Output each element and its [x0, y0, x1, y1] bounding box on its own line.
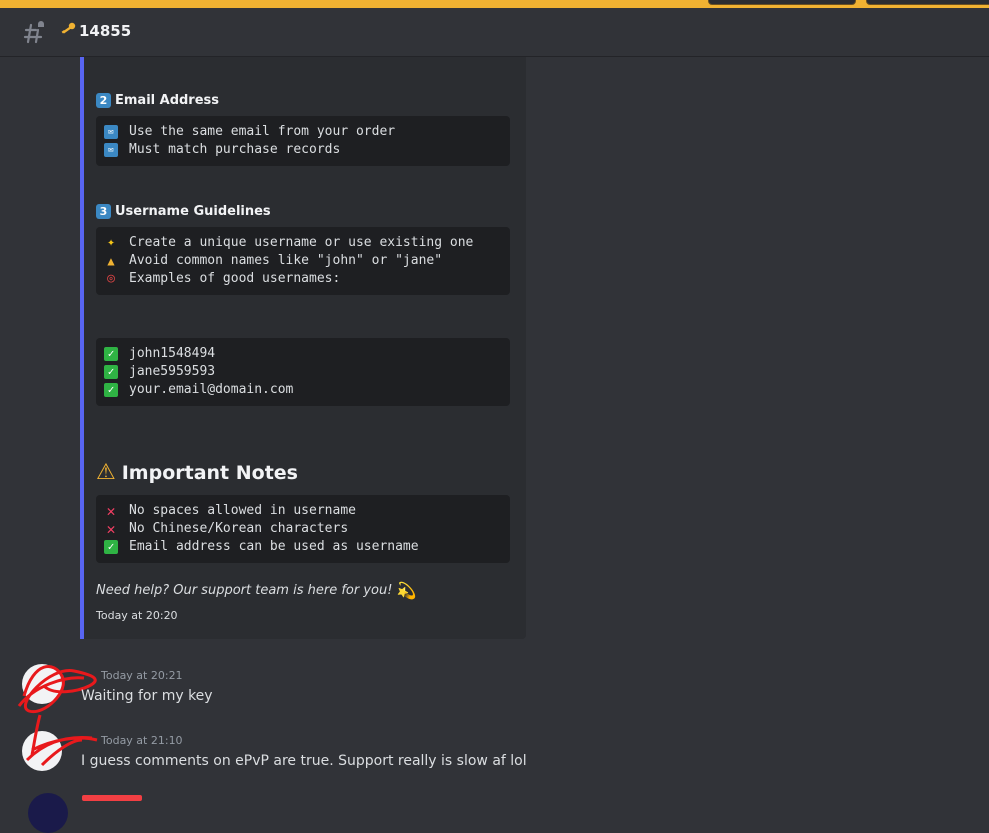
message-timestamp[interactable]: Today at 21:10 [101, 734, 183, 747]
key-icon [60, 22, 76, 40]
important-notes-title: ⚠ Important Notes [96, 460, 298, 485]
bot-embed: 2 Email Address ✉ Use the same email from… [80, 57, 526, 639]
check-icon: ✓ [104, 540, 118, 554]
warning-icon: ▲ [107, 254, 115, 268]
cross-icon: ✕ [106, 502, 116, 520]
field-title-text: Username Guidelines [115, 204, 271, 219]
top-strip-button[interactable] [708, 0, 856, 5]
field-title-username: 3 Username Guidelines [96, 204, 271, 219]
code-line: ✉ Must match purchase records [104, 141, 502, 159]
message-timestamp[interactable]: Today at 20:21 [101, 669, 183, 682]
code-line: ✓ Email address can be used as username [104, 538, 502, 556]
code-line: ✕ No spaces allowed in username [104, 502, 502, 520]
code-line: ✉ Use the same email from your order [104, 123, 502, 141]
number-badge: 2 [96, 93, 111, 108]
code-block-examples: ✓ john1548494 ✓ jane5959593 ✓ your.email@do… [96, 338, 510, 406]
code-line: ✓ your.email@domain.com [104, 381, 502, 399]
code-block-email: ✉ Use the same email from your order ✉ Mus… [96, 116, 510, 166]
code-block-notes: ✕ No spaces allowed in username ✕ No Chine… [96, 495, 510, 563]
email-icon: ✉ [104, 143, 118, 157]
channel-header: 14855 [0, 8, 989, 57]
number-badge: 3 [96, 204, 111, 219]
embed-timestamp[interactable]: Today at 20:20 [96, 609, 178, 622]
cross-icon: ✕ [106, 520, 116, 538]
check-icon: ✓ [104, 383, 118, 397]
code-line: ✕ No Chinese/Korean characters [104, 520, 502, 538]
code-line: ✓ john1548494 [104, 345, 502, 363]
username-redacted[interactable] [82, 795, 142, 801]
check-icon: ✓ [104, 347, 118, 361]
code-line: ▲ Avoid common names like "john" or "jane… [104, 252, 502, 270]
channel-name: 14855 [79, 22, 132, 40]
check-icon: ✓ [104, 365, 118, 379]
channel-title[interactable]: 14855 [60, 22, 131, 40]
thread-hash-icon [23, 21, 44, 44]
email-icon: ✉ [104, 125, 118, 139]
field-title-text: Email Address [115, 93, 220, 108]
code-line: ✦ Create a unique username or use existin… [104, 234, 502, 252]
message-content: Waiting for my key [81, 688, 213, 704]
code-line: ◎ Examples of good usernames: [104, 270, 502, 288]
dizzy-icon: 💫 [396, 581, 417, 600]
code-block-username: ✦ Create a unique username or use existin… [96, 227, 510, 295]
message-content: I guess comments on ePvP are true. Suppo… [81, 753, 527, 769]
warning-icon: ⚠ [96, 460, 116, 485]
sparkles-icon: ✦ [107, 235, 115, 250]
top-strip-button[interactable] [866, 0, 989, 5]
field-title-email: 2 Email Address [96, 93, 219, 108]
code-line: ✓ jane5959593 [104, 363, 502, 381]
target-icon: ◎ [107, 271, 115, 286]
avatar[interactable] [28, 793, 68, 833]
embed-footer: Need help? Our support team is here for … [96, 581, 417, 600]
